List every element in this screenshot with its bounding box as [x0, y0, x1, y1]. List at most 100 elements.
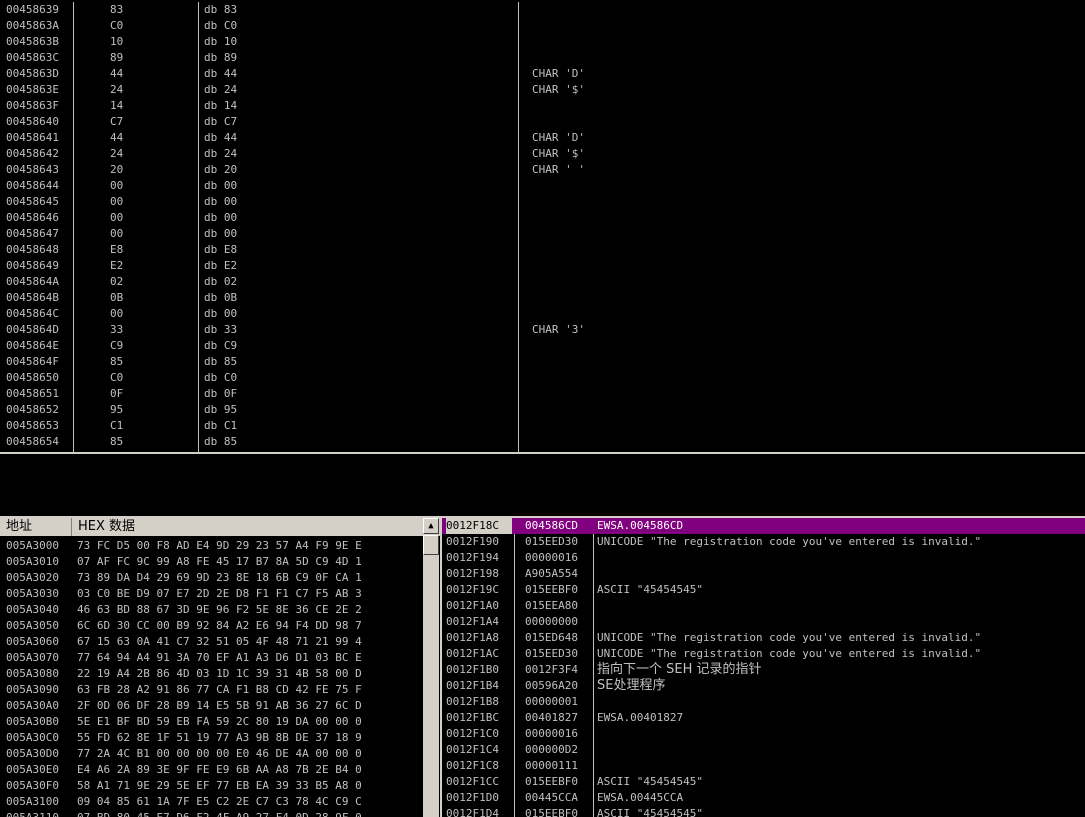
stack-address: 0012F1C0 — [446, 727, 499, 740]
dump-scrollbar[interactable]: ▲ — [423, 518, 439, 817]
disasm-row[interactable]: 00458643 20 db 20 CHAR ' ' — [0, 162, 1085, 178]
stack-value: 015EEA80 — [525, 599, 578, 612]
disasm-row[interactable]: 0045863A C0 db C0 — [0, 18, 1085, 34]
stack-row[interactable]: 0012F1D0 00445CCA EWSA.00445CCA — [442, 790, 1085, 806]
dump-row[interactable]: 005A3060 67 15 63 0A 41 C7 32 51 05 4F 48… — [0, 634, 420, 650]
scroll-thumb[interactable] — [423, 535, 439, 555]
disasm-row[interactable]: 00458642 24 db 24 CHAR '$' — [0, 146, 1085, 162]
disasm-row[interactable]: 0045863D 44 db 44 CHAR 'D' — [0, 66, 1085, 82]
stack-row[interactable]: 0012F1B8 00000001 — [442, 694, 1085, 710]
dump-address: 005A3100 — [6, 795, 59, 808]
stack-value: 015EEBF0 — [525, 775, 578, 788]
stack-row[interactable]: 0012F194 00000016 — [442, 550, 1085, 566]
stack-value: 00000111 — [525, 759, 578, 772]
disasm-row[interactable]: 00458639 83 db 83 — [0, 2, 1085, 18]
disasm-row[interactable]: 0045864C 00 db 00 — [0, 306, 1085, 322]
disasm-command: db 10 — [204, 35, 238, 48]
stack-row[interactable]: 0012F1A4 00000000 — [442, 614, 1085, 630]
disasm-row[interactable]: 00458641 44 db 44 CHAR 'D' — [0, 130, 1085, 146]
disasm-hex: 00 — [110, 195, 124, 208]
disasm-row[interactable]: 0045864D 33 db 33 CHAR '3' — [0, 322, 1085, 338]
disassembly-pane[interactable]: 00458639 83 db 83 0045863A C0 db C0 0045863B 10… — [0, 2, 1085, 452]
dump-address: 005A3090 — [6, 683, 59, 696]
disasm-command: db C1 — [204, 419, 238, 432]
dump-row[interactable]: 005A30F0 58 A1 71 9E 29 5E EF 77 EB EA 39… — [0, 778, 420, 794]
stack-row[interactable]: 0012F1A8 015ED648 UNICODE "The registratio… — [442, 630, 1085, 646]
dump-row[interactable]: 005A30E0 E4 A6 2A 89 3E 9F FE E9 6B AA A8… — [0, 762, 420, 778]
dump-hex-bytes: 73 FC D5 00 F8 AD E4 9D 29 23 57 A4 F9 9… — [77, 539, 362, 552]
dump-row[interactable]: 005A3090 63 FB 28 A2 91 86 77 CA F1 B8 CD… — [0, 682, 420, 698]
disasm-row[interactable]: 00458653 C1 db C1 — [0, 418, 1085, 434]
dump-row[interactable]: 005A3040 46 63 BD 88 67 3D 9E 96 F2 5E 8E… — [0, 602, 420, 618]
stack-address: 0012F1CC — [446, 775, 499, 788]
dump-address: 005A3070 — [6, 651, 59, 664]
disasm-row[interactable]: 0045864F 85 db 85 — [0, 354, 1085, 370]
disasm-row[interactable]: 00458654 85 db 85 — [0, 434, 1085, 450]
disasm-row[interactable]: 0045863C 89 db 89 — [0, 50, 1085, 66]
disasm-row[interactable]: 00458645 00 db 00 — [0, 194, 1085, 210]
disasm-row[interactable]: 00458648 E8 db E8 — [0, 242, 1085, 258]
disasm-address: 00458653 — [6, 419, 59, 432]
disasm-row[interactable]: 0045863B 10 db 10 — [0, 34, 1085, 50]
dump-row[interactable]: 005A30D0 77 2A 4C B1 00 00 00 00 E0 46 DE… — [0, 746, 420, 762]
stack-row[interactable]: 0012F198 A905A554 — [442, 566, 1085, 582]
disasm-row[interactable]: 00458640 C7 db C7 — [0, 114, 1085, 130]
disasm-row[interactable]: 0045864B 0B db 0B — [0, 290, 1085, 306]
stack-row[interactable]: 0012F1D4 015EEBF0 ASCII "45454545" — [442, 806, 1085, 817]
stack-row[interactable]: 0012F190 015EED30 UNICODE "The registratio… — [442, 534, 1085, 550]
stack-address: 0012F1C4 — [446, 743, 499, 756]
dump-row[interactable]: 005A3100 09 04 85 61 1A 7F E5 C2 2E C7 C3… — [0, 794, 420, 810]
dump-row[interactable]: 005A30B0 5E E1 BF BD 59 EB FA 59 2C 80 19… — [0, 714, 420, 730]
stack-value: 00401827 — [525, 711, 578, 724]
dump-row[interactable]: 005A3050 6C 6D 30 CC 00 B9 92 84 A2 E6 94… — [0, 618, 420, 634]
dump-row[interactable]: 005A3010 07 AF FC 9C 99 A8 FE 45 17 B7 8A… — [0, 554, 420, 570]
stack-row[interactable]: 0012F1CC 015EEBF0 ASCII "45454545" — [442, 774, 1085, 790]
stack-row[interactable]: 0012F1B4 00596A20 SE处理程序 — [442, 678, 1085, 694]
disasm-address: 0045863D — [6, 67, 59, 80]
stack-row[interactable]: 0012F1A0 015EEA80 — [442, 598, 1085, 614]
hex-column-header[interactable]: HEX 数据 — [74, 518, 135, 536]
stack-row[interactable]: 0012F1B0 0012F3F4 指向下一个 SEH 记录的指针 — [442, 662, 1085, 678]
dump-row[interactable]: 005A3080 22 19 A4 2B 86 4D 03 1D 1C 39 31… — [0, 666, 420, 682]
disasm-address: 00458639 — [6, 3, 59, 16]
stack-row[interactable]: 0012F1C0 00000016 — [442, 726, 1085, 742]
disasm-command: db 83 — [204, 3, 238, 16]
dump-row[interactable]: 005A3000 73 FC D5 00 F8 AD E4 9D 29 23 57… — [0, 538, 420, 554]
disasm-row[interactable]: 00458651 0F db 0F — [0, 386, 1085, 402]
stack-row[interactable]: 0012F1AC 015EED30 UNICODE "The registratio… — [442, 646, 1085, 662]
disasm-row[interactable]: 0045863E 24 db 24 CHAR '$' — [0, 82, 1085, 98]
disasm-address: 00458642 — [6, 147, 59, 160]
stack-pane[interactable]: 0012F18C 004586CD EWSA.004586CD 0012F190 015… — [442, 518, 1085, 817]
dump-address: 005A3110 — [6, 810, 59, 817]
stack-row-selected[interactable]: 0012F18C 004586CD EWSA.004586CD — [442, 518, 1085, 534]
stack-address: 0012F1A0 — [446, 599, 499, 612]
stack-comment: UNICODE "The registration code you've en… — [597, 535, 982, 548]
dump-row[interactable]: 005A3020 73 89 DA D4 29 69 9D 23 8E 18 6B… — [0, 570, 420, 586]
dump-row[interactable]: 005A3030 03 C0 BE D9 07 E7 2D 2E D8 F1 F1… — [0, 586, 420, 602]
scroll-up-arrow-icon[interactable]: ▲ — [423, 518, 439, 534]
stack-row[interactable]: 0012F1C4 000000D2 — [442, 742, 1085, 758]
disasm-row[interactable]: 00458650 C0 db C0 — [0, 370, 1085, 386]
dump-row[interactable]: 005A3110 07 BD 80 45 E7 D6 F2 4F A9 27 F4… — [0, 810, 420, 817]
stack-comment: SE处理程序 — [597, 678, 666, 693]
disasm-row[interactable]: 00458652 95 db 95 — [0, 402, 1085, 418]
stack-row[interactable]: 0012F1C8 00000111 — [442, 758, 1085, 774]
dump-row[interactable]: 005A3070 77 64 94 A4 91 3A 70 EF A1 A3 D6… — [0, 650, 420, 666]
stack-address: 0012F1A8 — [446, 631, 499, 644]
disasm-row[interactable]: 00458644 00 db 00 — [0, 178, 1085, 194]
memory-dump-pane[interactable]: 地址 HEX 数据 005A3000 73 FC D5 00 F8 AD E4 9… — [0, 518, 440, 817]
disasm-row[interactable]: 00458649 E2 db E2 — [0, 258, 1085, 274]
dump-row[interactable]: 005A30C0 55 FD 62 8E 1F 51 19 77 A3 9B 8B… — [0, 730, 420, 746]
disasm-row[interactable]: 00458647 00 db 00 — [0, 226, 1085, 242]
disasm-row[interactable]: 0045864E C9 db C9 — [0, 338, 1085, 354]
stack-value: 00000016 — [525, 551, 578, 564]
disasm-row[interactable]: 0045864A 02 db 02 — [0, 274, 1085, 290]
dump-hex-bytes: 07 AF FC 9C 99 A8 FE 45 17 B7 8A 5D C9 4… — [77, 555, 362, 568]
disasm-row[interactable]: 0045863F 14 db 14 — [0, 98, 1085, 114]
dump-row[interactable]: 005A30A0 2F 0D 06 DF 28 B9 14 E5 5B 91 AB… — [0, 698, 420, 714]
address-column-header[interactable]: 地址 — [0, 518, 72, 536]
disasm-row[interactable]: 00458646 00 db 00 — [0, 210, 1085, 226]
disasm-address: 00458654 — [6, 435, 59, 448]
stack-row[interactable]: 0012F1BC 00401827 EWSA.00401827 — [442, 710, 1085, 726]
stack-row[interactable]: 0012F19C 015EEBF0 ASCII "45454545" — [442, 582, 1085, 598]
